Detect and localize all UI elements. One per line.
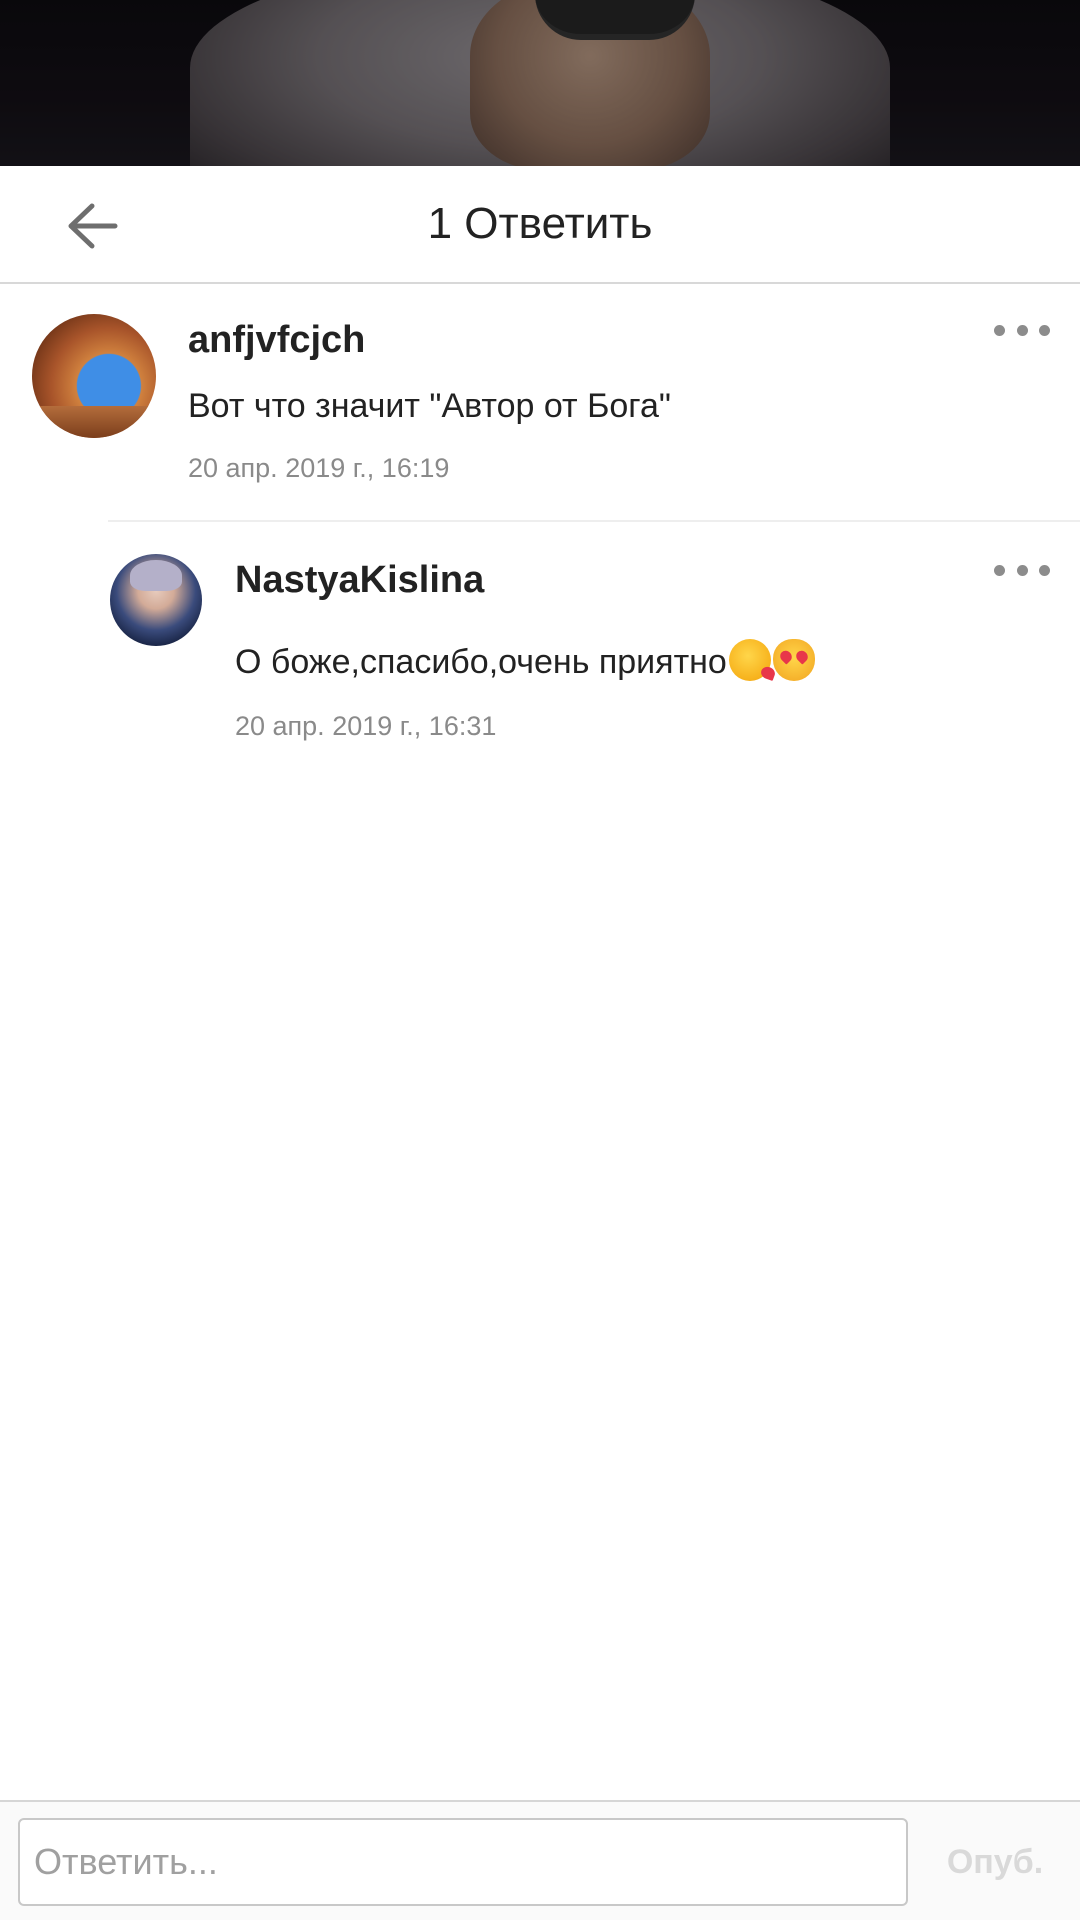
comment-timestamp: 20 апр. 2019 г., 16:19: [188, 453, 450, 483]
more-options-button[interactable]: [994, 556, 1050, 584]
more-dot: [1016, 564, 1028, 576]
publish-button[interactable]: Опуб.: [930, 1828, 1060, 1896]
screen: 1 Ответить anfjvfcjch Вот что значит "Ав…: [0, 0, 1080, 1920]
reply-timestamp: 20 апр. 2019 г., 16:31: [235, 711, 497, 741]
reply-bar: Опуб.: [0, 1800, 1080, 1920]
more-options-button[interactable]: [994, 316, 1050, 344]
comment-item: anfjvfcjch Вот что значит "Автор от Бога…: [0, 282, 1080, 522]
reply-text-row: О боже,спасибо,очень приятно: [235, 638, 815, 686]
reply-username[interactable]: NastyaKislina: [235, 556, 484, 604]
face-blowing-kiss-emoji-icon: [728, 639, 771, 681]
header: 1 Ответить: [0, 166, 1080, 284]
reply-item: NastyaKislina О боже,спасибо,очень прият…: [0, 522, 1080, 762]
comment-username[interactable]: anfjvfcjch: [188, 316, 365, 364]
more-horizontal-icon: [994, 564, 1005, 576]
photo-dim-overlay: [0, 0, 1080, 166]
more-dot: [1039, 564, 1050, 576]
more-dot: [1016, 324, 1028, 336]
avatar[interactable]: [110, 554, 202, 646]
heart-eyes-cat-emoji-icon: [772, 639, 815, 681]
comment-text: Вот что значит "Автор от Бога": [188, 387, 671, 425]
avatar[interactable]: [32, 314, 156, 438]
background-photo: [0, 0, 1080, 166]
page-title: 1 Ответить: [427, 199, 653, 248]
more-horizontal-icon: [994, 324, 1005, 336]
reply-text: О боже,спасибо,очень приятно: [235, 643, 727, 681]
reply-input[interactable]: [18, 1818, 908, 1906]
more-dot: [1039, 324, 1050, 336]
